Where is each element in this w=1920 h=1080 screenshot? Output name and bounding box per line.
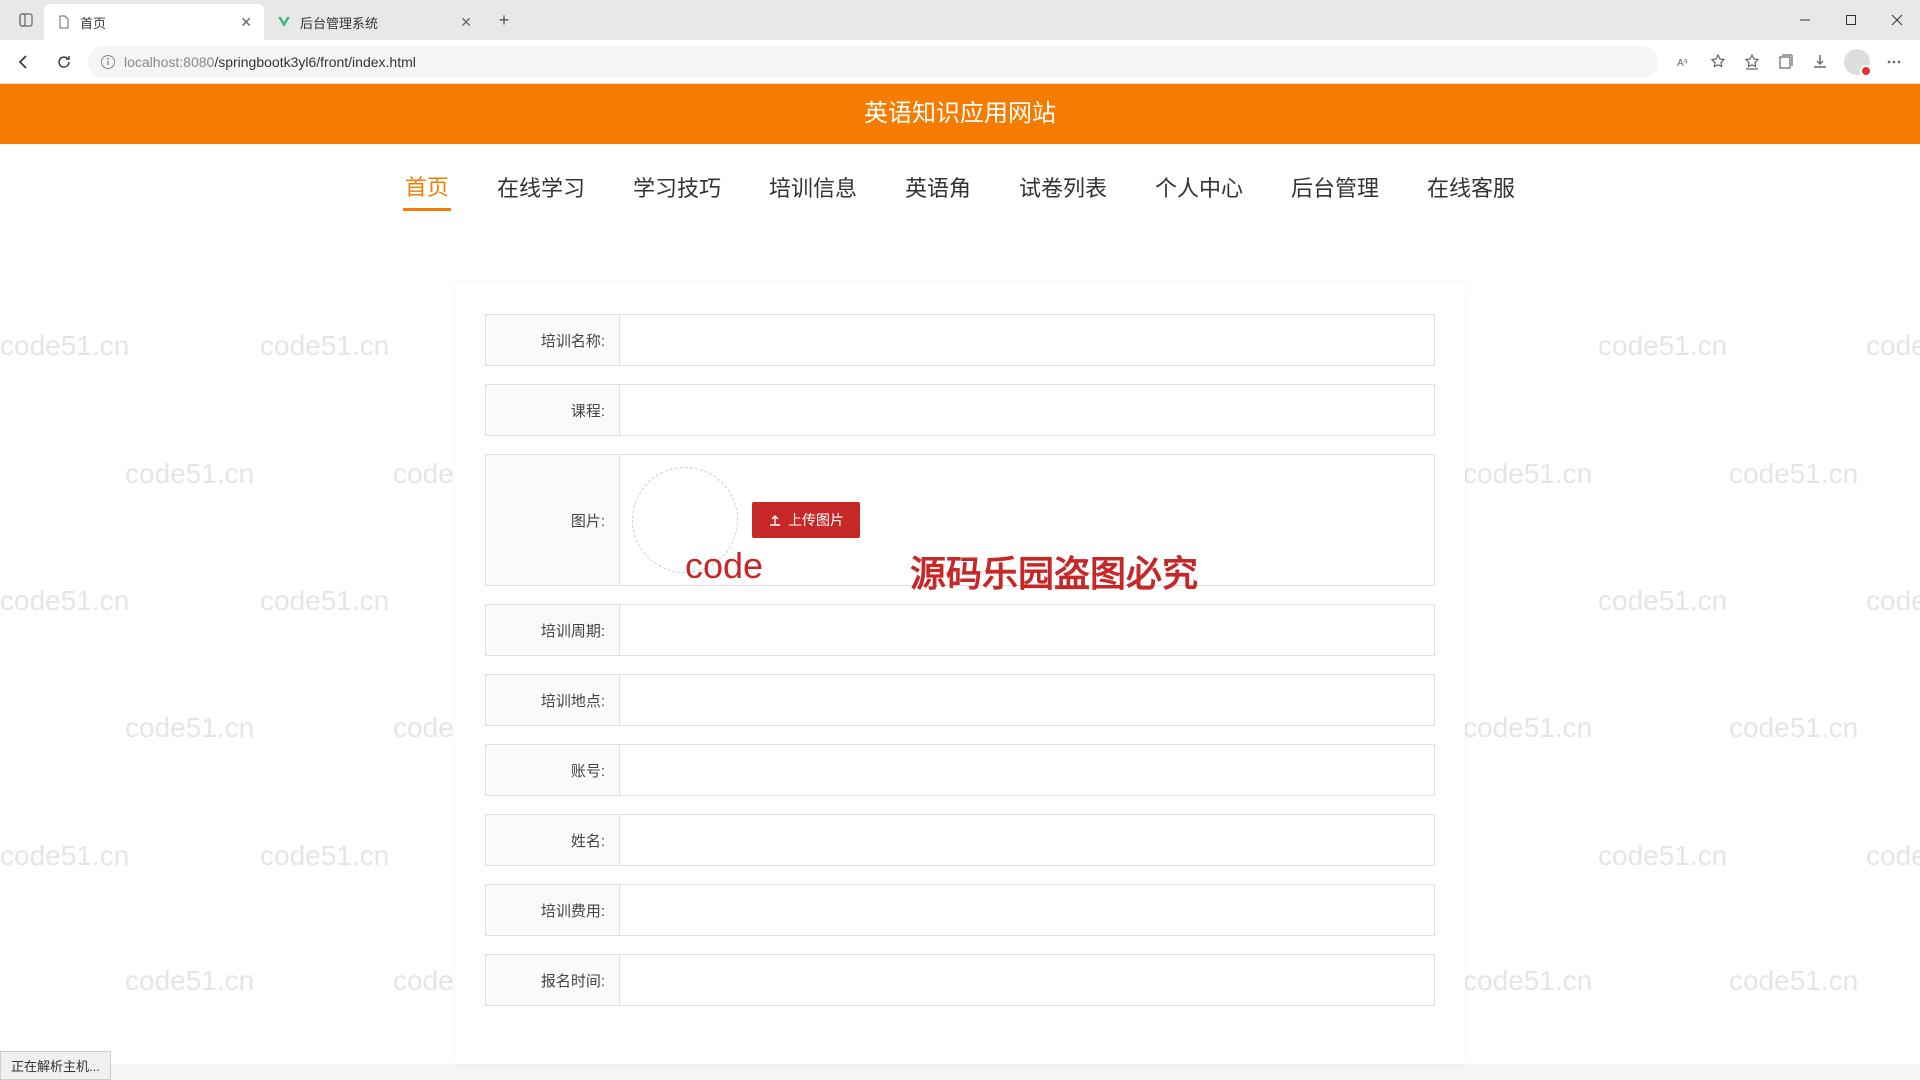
form-panel: 培训名称: 课程: 图片: 上传图片 培训周期: 培训地点 <box>455 284 1465 1064</box>
nav-item-admin[interactable]: 后台管理 <box>1289 165 1381 209</box>
close-window-button[interactable] <box>1874 0 1920 40</box>
tab-actions-icon[interactable] <box>8 12 44 28</box>
url-text: localhost:8080/springbootk3yl6/front/ind… <box>124 54 416 70</box>
field-training-name: 培训名称: <box>485 314 1435 366</box>
tab-home[interactable]: 首页 ✕ <box>44 4 264 40</box>
new-tab-button[interactable]: + <box>490 6 518 34</box>
course-input[interactable] <box>632 402 1422 418</box>
field-label: 姓名: <box>486 815 620 865</box>
tab-admin[interactable]: 后台管理系统 ✕ <box>264 4 484 40</box>
nav-item-home[interactable]: 首页 <box>403 164 451 211</box>
field-location: 培训地点: <box>485 674 1435 726</box>
vue-icon <box>276 14 292 30</box>
close-icon[interactable]: ✕ <box>460 14 472 31</box>
nav-item-skills[interactable]: 学习技巧 <box>631 165 723 209</box>
url-input[interactable]: localhost:8080/springbootk3yl6/front/ind… <box>88 46 1658 78</box>
fee-input[interactable] <box>632 902 1422 918</box>
main-nav: 首页 在线学习 学习技巧 培训信息 英语角 试卷列表 个人中心 后台管理 在线客… <box>0 144 1920 230</box>
training-name-input[interactable] <box>632 332 1422 348</box>
field-course: 课程: <box>485 384 1435 436</box>
status-bar: 正在解析主机... <box>0 1051 111 1080</box>
field-label: 报名时间: <box>486 955 620 1005</box>
field-fee: 培训费用: <box>485 884 1435 936</box>
more-icon[interactable] <box>1884 52 1904 72</box>
upload-button[interactable]: 上传图片 <box>752 502 860 538</box>
field-name: 姓名: <box>485 814 1435 866</box>
downloads-icon[interactable] <box>1810 52 1830 72</box>
tab-title: 首页 <box>80 13 106 32</box>
favorites-bar-icon[interactable] <box>1742 52 1762 72</box>
upload-icon <box>768 513 782 527</box>
address-bar: localhost:8080/springbootk3yl6/front/ind… <box>0 40 1920 84</box>
location-input[interactable] <box>632 692 1422 708</box>
image-preview <box>632 467 738 573</box>
maximize-button[interactable] <box>1828 0 1874 40</box>
refresh-button[interactable] <box>48 46 80 78</box>
signup-time-input[interactable] <box>632 972 1422 988</box>
field-label: 培训周期: <box>486 605 620 655</box>
read-aloud-icon[interactable]: A⁹ <box>1674 52 1694 72</box>
nav-item-exam[interactable]: 试卷列表 <box>1017 165 1109 209</box>
browser-chrome: 首页 ✕ 后台管理系统 ✕ + localhost <box>0 0 1920 84</box>
field-label: 课程: <box>486 385 620 435</box>
svg-text:A⁹: A⁹ <box>1677 58 1688 69</box>
tab-title: 后台管理系统 <box>300 13 378 32</box>
toolbar-right: A⁹ <box>1666 49 1912 75</box>
account-input[interactable] <box>632 762 1422 778</box>
profile-avatar[interactable] <box>1844 49 1870 75</box>
name-input[interactable] <box>632 832 1422 848</box>
site-title: 英语知识应用网站 <box>0 84 1920 144</box>
field-label: 图片: <box>486 455 620 585</box>
nav-item-training[interactable]: 培训信息 <box>767 165 859 209</box>
field-image: 图片: 上传图片 <box>485 454 1435 586</box>
field-label: 培训名称: <box>486 315 620 365</box>
field-label: 培训费用: <box>486 885 620 935</box>
period-input[interactable] <box>632 622 1422 638</box>
field-label: 账号: <box>486 745 620 795</box>
nav-item-profile[interactable]: 个人中心 <box>1153 165 1245 209</box>
close-icon[interactable]: ✕ <box>240 14 252 31</box>
info-icon <box>100 54 116 70</box>
field-period: 培训周期: <box>485 604 1435 656</box>
field-label: 培训地点: <box>486 675 620 725</box>
minimize-button[interactable] <box>1782 0 1828 40</box>
collections-icon[interactable] <box>1776 52 1796 72</box>
page-content: 英语知识应用网站 首页 在线学习 学习技巧 培训信息 英语角 试卷列表 个人中心… <box>0 84 1920 1064</box>
field-signup-time: 报名时间: <box>485 954 1435 1006</box>
nav-item-study[interactable]: 在线学习 <box>495 165 587 209</box>
field-account: 账号: <box>485 744 1435 796</box>
tab-bar: 首页 ✕ 后台管理系统 ✕ + <box>0 0 1920 40</box>
favorites-icon[interactable] <box>1708 52 1728 72</box>
nav-item-corner[interactable]: 英语角 <box>903 165 973 209</box>
file-icon <box>56 14 72 30</box>
back-button[interactable] <box>8 46 40 78</box>
nav-item-service[interactable]: 在线客服 <box>1425 165 1517 209</box>
upload-label: 上传图片 <box>788 510 844 530</box>
window-controls <box>1782 0 1920 40</box>
